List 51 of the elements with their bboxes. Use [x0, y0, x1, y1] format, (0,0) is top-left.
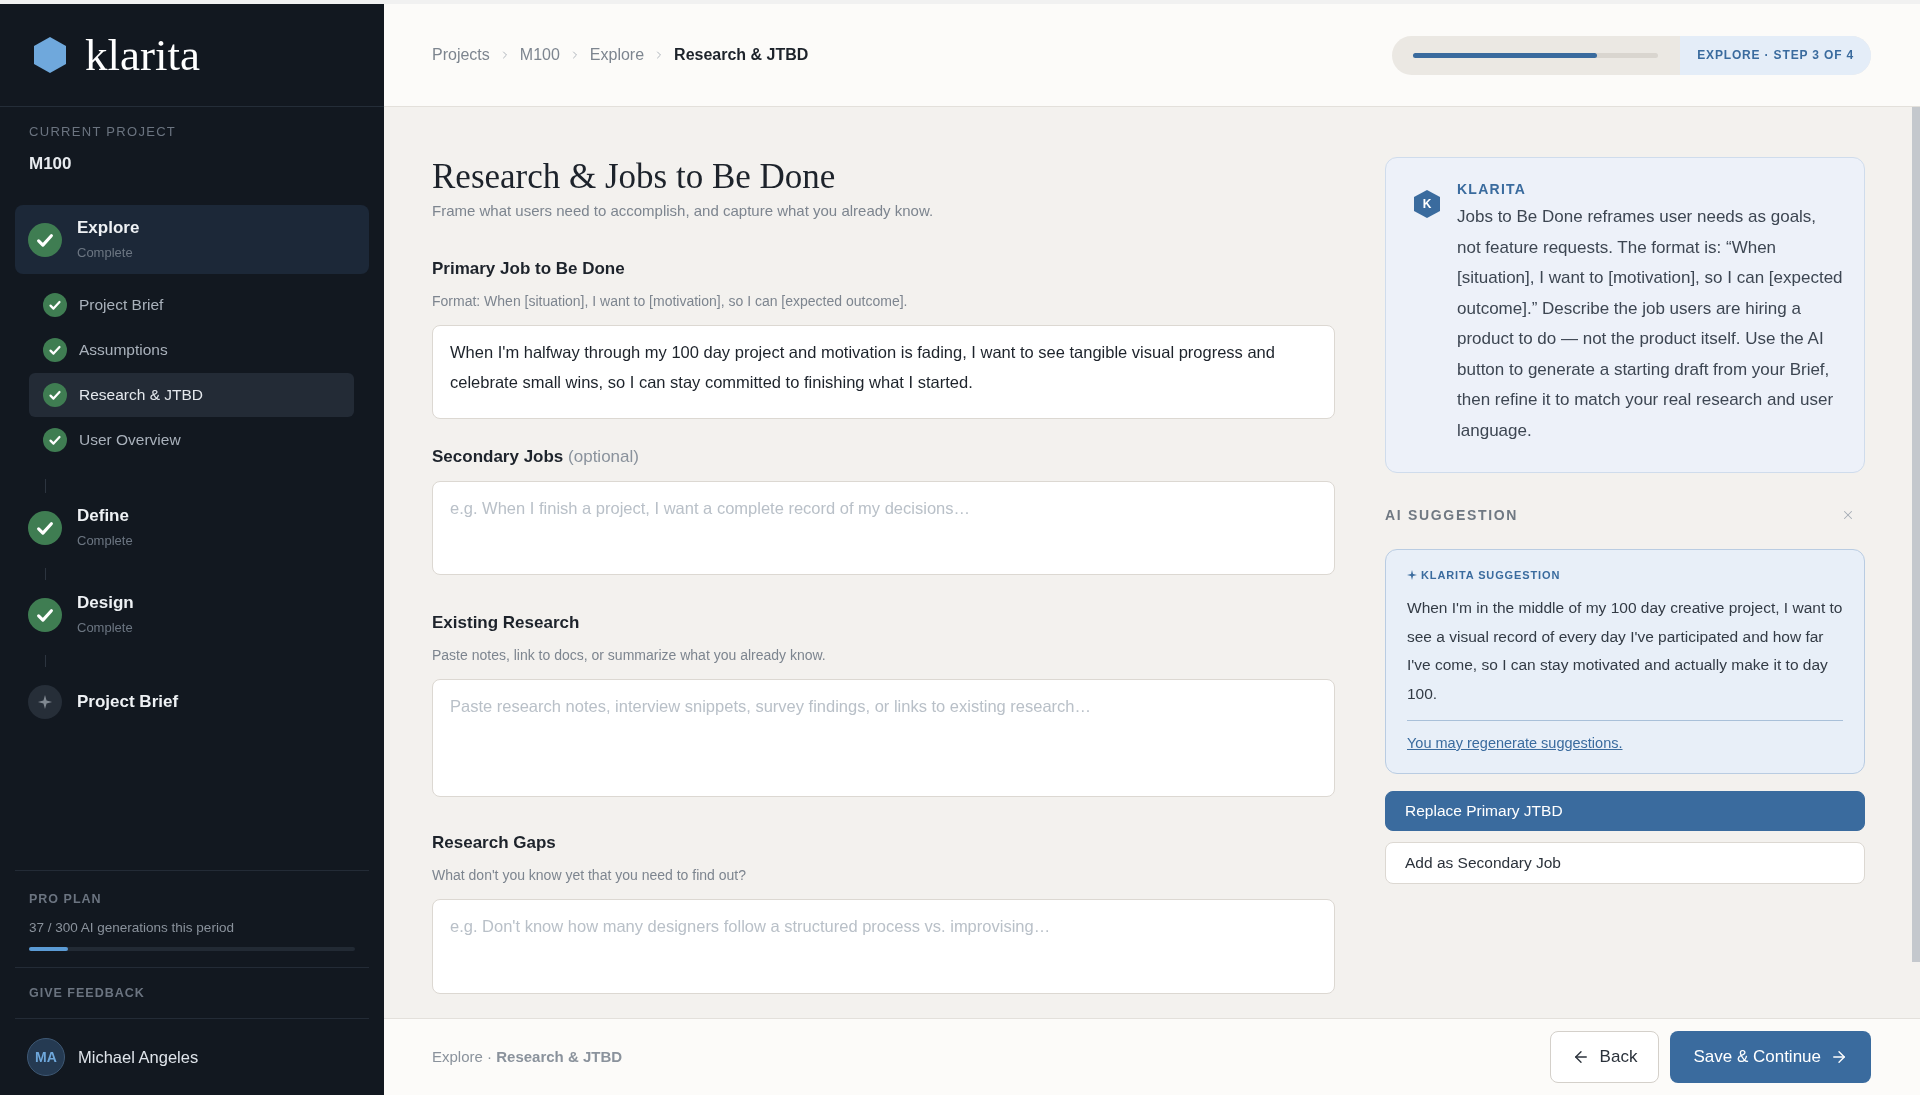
scrollbar-thumb[interactable] [1912, 107, 1920, 962]
page-title: Research & Jobs to Be Done [432, 157, 836, 197]
text-area-field[interactable]: e.g. When I finish a project, I want a complete record of my decisions… [432, 481, 1335, 575]
back-button[interactable]: Back [1549, 1031, 1660, 1083]
sparkle-icon [1407, 570, 1417, 580]
field-label: Existing Research [432, 612, 580, 634]
suggestion-action-button[interactable]: Add as Secondary Job [1385, 842, 1865, 884]
step-item[interactable]: Project Brief [29, 283, 354, 327]
regenerate-link[interactable]: You may regenerate suggestions. [1407, 733, 1623, 753]
step-item[interactable]: Assumptions [29, 328, 354, 372]
section-heading: AI SUGGESTION [1385, 505, 1519, 525]
assistant-avatar: K [1414, 190, 1440, 218]
section-label: CURRENT PROJECT [29, 124, 177, 140]
field-label: Research Gaps [432, 832, 556, 854]
breadcrumb-link[interactable]: Explore [589, 43, 645, 67]
suggestion-text: When I'm in the middle of my 100 day creative project, I want to see a visual record of every day I've participated and how far I've come, so I can stay motivated and actually make it to day 100. [1407, 598, 1843, 704]
field-hint: Paste notes, link to docs, or summarize what you already know. [432, 646, 826, 665]
field-hint: What don't you know yet that you need to find out? [432, 866, 746, 885]
step-item[interactable]: User Overview [29, 418, 354, 462]
breadcrumb-link[interactable]: Projects [432, 43, 490, 67]
breadcrumb-link[interactable]: M100 [519, 43, 560, 67]
page-subtitle: Frame what users need to accomplish, and capture what you already know. [432, 201, 934, 221]
field-hint: Format: When [situation], I want to [motivation], so I can [expected outcome]. [432, 292, 908, 311]
phase-item[interactable]: Explore Complete [15, 205, 369, 274]
arrow-right-icon [1830, 1048, 1848, 1066]
footer-breadcrumb: Explore · Research & JTBD [432, 1046, 623, 1067]
text-area-field[interactable]: When I'm halfway through my 100 day project and motivation is fading, I want to see tangible visual progress and celebrate small wins, so I can stay committed to finishing what I started. [432, 325, 1335, 419]
suggestion-action-button[interactable]: Replace Primary JTBD [1385, 791, 1865, 831]
breadcrumb-link[interactable]: Research & JTBD [674, 43, 809, 67]
assistant-name: KLARITA [1457, 180, 1527, 198]
suggestion-label: KLARITA SUGGESTION [1421, 568, 1561, 582]
plan-label: PRO PLAN [29, 891, 102, 907]
user-avatar: MA [27, 1038, 65, 1076]
assistant-message: Jobs to Be Done reframes user needs as goals, not feature requests. The format is: “When [situation], I want to [motivation], so I can [expected outcome].” Describe the job users are hiring a product to do — not the product itself. Use the AI button to generate a starting draft from your Brief, then refine it to match your real research and user language. [1457, 206, 1844, 442]
text-area-field[interactable]: e.g. Don't know how many designers follow a structured process vs. improvising… [432, 899, 1335, 994]
field-label: Primary Job to Be Done [432, 258, 625, 280]
user-name: Michael Angeles [78, 1046, 199, 1068]
phase-item[interactable]: Design Complete [15, 580, 369, 649]
step-label: EXPLORE · STEP 3 OF 4 [1680, 35, 1871, 75]
close-icon[interactable] [1841, 508, 1855, 522]
phase-item[interactable]: Project Brief [15, 667, 369, 736]
save-continue-button[interactable]: Save & Continue [1670, 1031, 1871, 1083]
field-label: Secondary Jobs (optional) [432, 446, 639, 468]
step-item[interactable]: Research & JTBD [29, 373, 354, 417]
usage-text: 37 / 300 AI generations this period [29, 919, 234, 937]
feedback-link[interactable]: GIVE FEEDBACK [29, 983, 145, 1003]
hexagon-logo-icon [34, 37, 66, 73]
logo-wordmark: klarita [85, 30, 200, 80]
phase-item[interactable]: Define Complete [15, 493, 369, 562]
project-name: M100 [29, 153, 72, 175]
text-area-field[interactable]: Paste research notes, interview snippets, survey findings, or links to existing research… [432, 679, 1335, 797]
